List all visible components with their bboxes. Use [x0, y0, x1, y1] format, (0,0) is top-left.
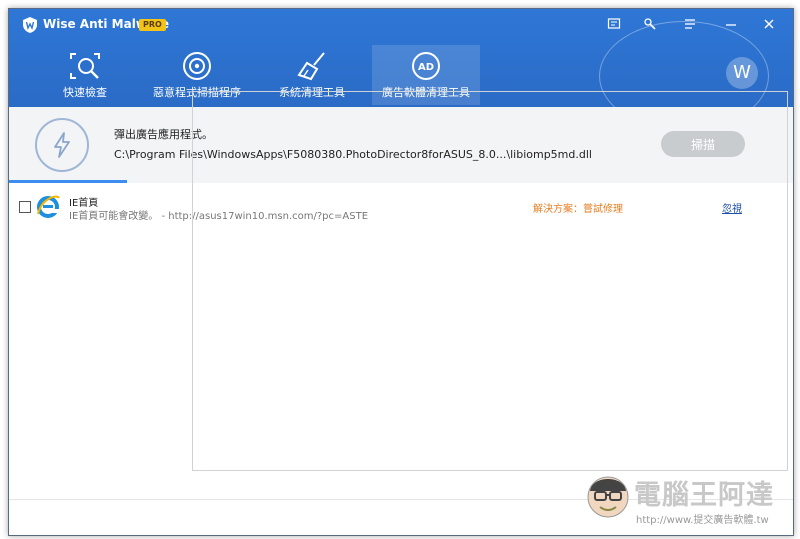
settings-wrench-icon[interactable] — [642, 17, 658, 33]
app-window: Wise Anti Malware PRO 快速檢查 惡意程式掃描程序 系統清理… — [8, 8, 794, 536]
scan-progress — [9, 180, 793, 183]
watermark-brand: 電腦王阿達 — [634, 480, 774, 511]
close-icon[interactable] — [761, 17, 777, 33]
watermark: 電腦王阿達 http://www.提交廣告軟體.tw — [584, 467, 793, 533]
internet-explorer-icon — [37, 195, 60, 218]
bolt-status — [35, 118, 89, 172]
tab-quick-scan[interactable]: 快速檢查 — [47, 45, 123, 105]
titlebar: Wise Anti Malware PRO — [9, 9, 793, 41]
ad-icon: AD — [412, 52, 440, 80]
scan-path: C:\Program Files\WindowsApps\F5080380.Ph… — [114, 148, 592, 161]
tab-label: 系統清理工具 — [279, 86, 345, 99]
tab-malware-scan[interactable]: 惡意程式掃描程序 — [147, 45, 247, 105]
shield-logo-icon — [23, 17, 37, 33]
target-scan-icon — [183, 52, 211, 80]
scan-button[interactable]: 掃描 — [661, 131, 745, 157]
header: Wise Anti Malware PRO 快速檢查 惡意程式掃描程序 系統清理… — [9, 9, 793, 107]
quick-scan-icon — [70, 53, 100, 79]
broom-icon — [297, 52, 325, 81]
tab-system-cleaner[interactable]: 系統清理工具 — [269, 45, 355, 105]
scan-progress-fill — [9, 180, 127, 183]
mascot-face-icon — [587, 476, 629, 518]
scan-title: 彈出廣告應用程式。 — [114, 128, 213, 141]
list-item: IE首頁 IE首頁可能會改變。 - http://asus17win10.msn… — [9, 184, 793, 222]
scan-info-panel: 彈出廣告應用程式。 C:\Program Files\WindowsApps\F… — [9, 107, 793, 183]
tab-label: 惡意程式掃描程序 — [153, 86, 241, 99]
item-checkbox[interactable] — [19, 201, 31, 213]
item-description: IE首頁可能會改變。 - http://asus17win10.msn.com/… — [69, 211, 369, 222]
tab-label: 快速檢查 — [63, 86, 107, 99]
watermark-url: http://www.提交廣告軟體.tw — [636, 515, 769, 526]
minimize-icon[interactable] — [723, 17, 739, 33]
lightning-bolt-icon — [54, 132, 70, 158]
tab-adware-cleaner[interactable]: AD 廣告軟體清理工具 — [372, 45, 480, 105]
svg-text:AD: AD — [418, 62, 434, 73]
main-nav: 快速檢查 惡意程式掃描程序 系統清理工具 AD 廣告軟體清理工具 — [9, 43, 793, 107]
feedback-icon[interactable] — [606, 17, 622, 33]
ignore-link[interactable]: 忽視 — [722, 200, 742, 215]
menu-icon[interactable] — [682, 17, 698, 33]
item-fix-status: 解決方案：嘗試修理 — [533, 204, 623, 215]
pro-badge: PRO — [139, 19, 166, 31]
tab-label: 廣告軟體清理工具 — [382, 86, 470, 99]
user-avatar[interactable]: W — [726, 57, 758, 89]
results-list: IE首頁 IE首頁可能會改變。 - http://asus17win10.msn… — [9, 184, 793, 499]
